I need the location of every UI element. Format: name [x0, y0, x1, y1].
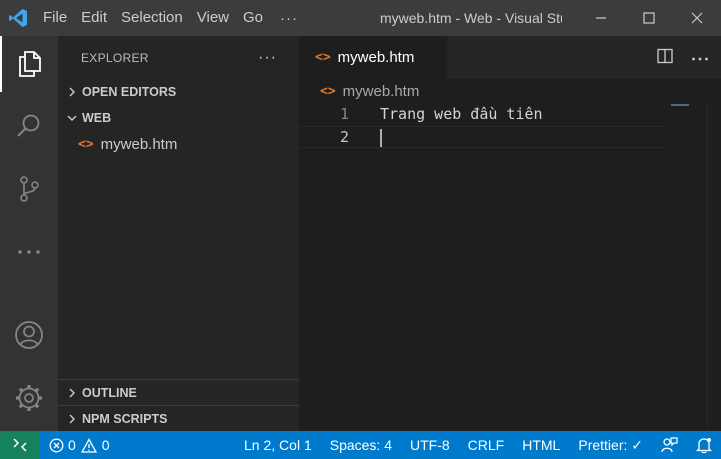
menu-selection[interactable]: Selection — [114, 0, 190, 36]
remote-indicator[interactable] — [0, 431, 40, 459]
source-control-icon — [20, 176, 39, 202]
html-file-icon: <> — [320, 83, 336, 99]
cursor-position[interactable]: Ln 2, Col 1 — [235, 431, 321, 459]
line-number: 2 — [339, 128, 349, 146]
activity-search[interactable] — [0, 98, 58, 154]
language-mode[interactable]: HTML — [513, 431, 569, 459]
minimap[interactable] — [671, 104, 689, 106]
menu-view[interactable]: View — [190, 0, 236, 36]
explorer-header: EXPLORER ··· — [58, 36, 299, 79]
search-icon — [17, 114, 40, 137]
activity-accounts[interactable] — [0, 307, 58, 363]
activity-source-control[interactable] — [0, 161, 58, 217]
section-workspace[interactable]: WEB — [58, 105, 299, 131]
more-icon — [692, 57, 708, 61]
explorer-more-button[interactable]: ··· — [258, 49, 277, 67]
end-of-line[interactable]: CRLF — [459, 431, 514, 459]
sidebar-bottom-sections: OUTLINE NPM SCRIPTS — [58, 379, 299, 431]
notifications-button[interactable] — [687, 431, 721, 459]
editor-more-button[interactable] — [691, 50, 709, 65]
text-cursor — [380, 129, 382, 147]
section-outline-label: OUTLINE — [82, 385, 137, 400]
warning-count: 0 — [101, 437, 110, 453]
chevron-down-icon — [64, 113, 80, 123]
tab-myweb[interactable]: <> myweb.htm — [299, 36, 447, 79]
activity-explorer[interactable] — [0, 36, 58, 92]
code-line[interactable]: 1 Trang web đầu tiên — [299, 103, 664, 125]
code-line-current[interactable]: 2 — [299, 126, 664, 148]
maximize-button[interactable] — [625, 0, 673, 36]
tab-label: myweb.htm — [337, 49, 415, 66]
menu-file[interactable]: File — [36, 0, 74, 36]
settings-gear-icon — [16, 385, 42, 411]
bell-icon — [696, 437, 712, 453]
breadcrumb-label: myweb.htm — [342, 82, 420, 100]
menu-edit[interactable]: Edit — [74, 0, 114, 36]
line-number: 1 — [339, 105, 349, 123]
editor-tabs-bar: <> myweb.htm — [299, 36, 721, 79]
account-icon — [15, 321, 43, 349]
chevron-right-icon — [64, 87, 80, 97]
activity-bar — [0, 36, 58, 431]
close-button[interactable] — [673, 0, 721, 36]
indentation[interactable]: Spaces: 4 — [321, 431, 401, 459]
vscode-logo-icon — [0, 0, 36, 36]
minimize-icon — [596, 17, 606, 19]
status-bar: 0 0 Ln 2, Col 1 Spaces: 4 UTF-8 CRLF HTM… — [0, 431, 721, 459]
file-item-myweb[interactable]: <> myweb.htm — [58, 131, 299, 158]
warning-icon — [80, 437, 97, 453]
error-count: 0 — [68, 437, 76, 453]
vertical-scrollbar[interactable] — [707, 102, 721, 431]
split-editor-icon — [657, 48, 673, 64]
window-title: myweb.htm - Web - Visual Studio Code — [380, 10, 562, 26]
encoding[interactable]: UTF-8 — [401, 431, 459, 459]
editor-actions — [657, 36, 709, 79]
split-editor-button[interactable] — [657, 48, 673, 67]
activity-more[interactable] — [0, 224, 58, 280]
error-icon — [49, 438, 64, 452]
chevron-right-icon — [64, 414, 80, 424]
prettier-status[interactable]: Prettier: ✓ — [569, 431, 652, 459]
section-open-editors-label: OPEN EDITORS — [82, 85, 177, 99]
section-workspace-label: WEB — [82, 111, 112, 125]
menu-bar: File Edit Selection View Go ··· — [36, 0, 308, 36]
html-file-icon: <> — [78, 137, 94, 152]
section-open-editors[interactable]: OPEN EDITORS — [58, 79, 299, 105]
remote-icon — [13, 438, 27, 452]
menu-go[interactable]: Go — [236, 0, 270, 36]
breadcrumb[interactable]: <> myweb.htm — [320, 80, 419, 102]
maximize-icon — [643, 12, 655, 24]
code-editor[interactable]: 1 Trang web đầu tiên 2 — [299, 102, 721, 431]
feedback-icon — [661, 436, 678, 452]
chevron-right-icon — [64, 388, 80, 398]
section-outline[interactable]: OUTLINE — [58, 379, 299, 405]
problems-indicator[interactable]: 0 0 — [40, 431, 119, 459]
more-icon — [18, 250, 40, 254]
section-npm-scripts-label: NPM SCRIPTS — [82, 411, 168, 426]
feedback-button[interactable] — [652, 431, 687, 459]
explorer-title: EXPLORER — [81, 50, 149, 65]
title-bar: File Edit Selection View Go ··· myweb.ht… — [0, 0, 721, 36]
activity-manage[interactable] — [0, 370, 58, 426]
line-text: Trang web đầu tiên — [380, 105, 543, 123]
menu-more-button[interactable]: ··· — [270, 10, 308, 27]
section-npm-scripts[interactable]: NPM SCRIPTS — [58, 405, 299, 431]
explorer-sidebar: EXPLORER ··· OPEN EDITORS WEB <> myweb.h… — [58, 36, 299, 431]
status-right: Ln 2, Col 1 Spaces: 4 UTF-8 CRLF HTML Pr… — [235, 431, 721, 459]
close-icon — [691, 12, 703, 24]
window-controls — [577, 0, 721, 36]
html-file-icon: <> — [315, 50, 331, 65]
file-item-label: myweb.htm — [100, 136, 178, 153]
minimize-button[interactable] — [577, 0, 625, 36]
explorer-icon — [19, 51, 41, 77]
